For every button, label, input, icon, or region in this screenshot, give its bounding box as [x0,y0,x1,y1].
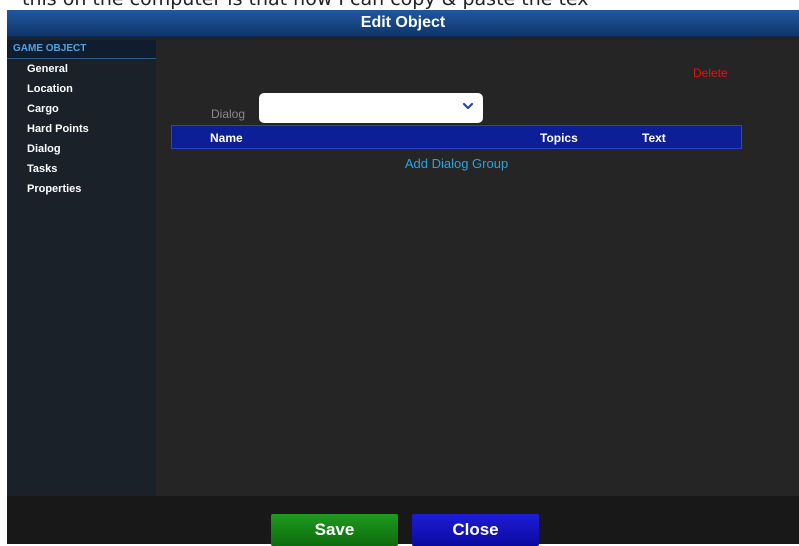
add-dialog-group-link[interactable]: Add Dialog Group [156,156,757,171]
window-titlebar: Edit Object [7,10,799,37]
edit-object-window: Edit Object GAME OBJECT General Location… [7,10,799,546]
background-caption-text: this on the computer is that now I can c… [0,0,799,10]
sidebar-item-cargo[interactable]: Cargo [7,99,156,119]
dialog-table-header: Name Topics Text [171,125,742,149]
column-header-name[interactable]: Name [210,131,243,145]
sidebar-item-location[interactable]: Location [7,79,156,99]
column-header-text[interactable]: Text [642,131,666,145]
sidebar: GAME OBJECT General Location Cargo Hard … [7,40,156,496]
delete-link[interactable]: Delete [693,66,728,80]
sidebar-item-hard-points[interactable]: Hard Points [7,119,156,139]
sidebar-item-tasks[interactable]: Tasks [7,159,156,179]
main-panel: Delete Dialog Name Topics Text Add Dialo… [156,40,799,496]
sidebar-item-general[interactable]: General [7,59,156,79]
sidebar-item-dialog[interactable]: Dialog [7,139,156,159]
sidebar-header: GAME OBJECT [7,40,156,59]
save-button[interactable]: Save [271,514,398,546]
column-header-topics[interactable]: Topics [540,131,578,145]
window-title: Edit Object [360,14,446,31]
dialog-select[interactable] [259,93,483,123]
sidebar-item-properties[interactable]: Properties [7,179,156,199]
caption-text: this on the computer is that now I can c… [22,0,589,10]
dialog-field-label: Dialog [211,107,246,121]
footer-bar: Save Close [7,496,799,546]
chevron-down-icon [462,102,474,110]
close-button[interactable]: Close [412,514,539,546]
